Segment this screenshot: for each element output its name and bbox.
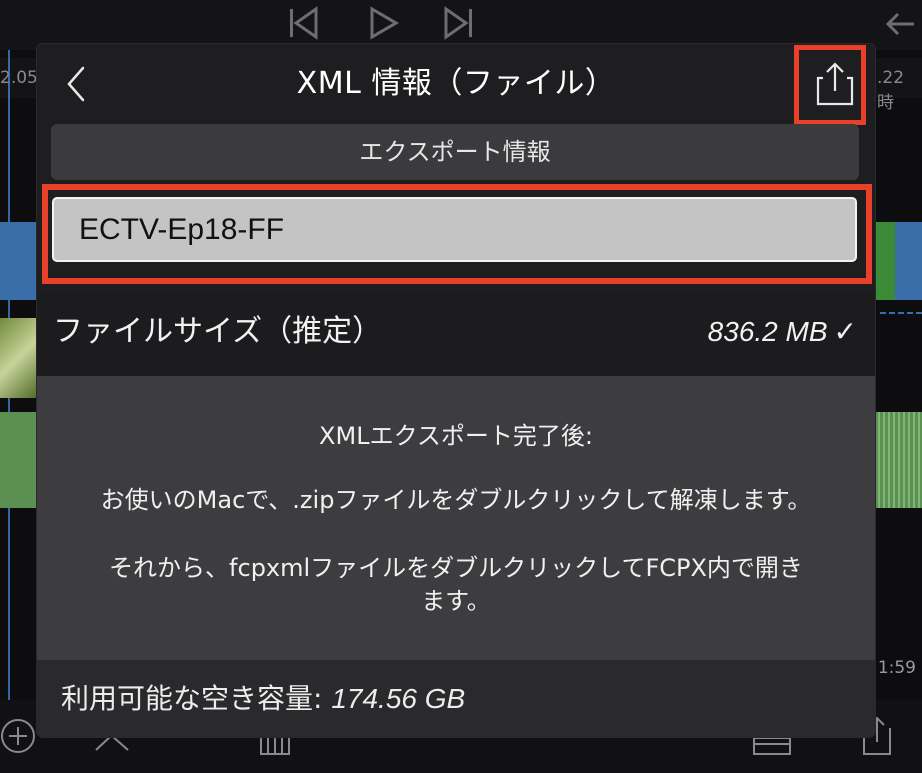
skip-back-icon[interactable] [286,6,320,40]
ruler-left: 2.05 [0,58,38,98]
file-name-input[interactable]: ECTV-Ep18-FF [52,197,857,262]
file-size-label: ファイルサイズ（推定） [53,314,383,349]
share-icon[interactable] [814,60,856,108]
free-space-value: 174.56 GB [331,683,466,714]
video-clip-left[interactable] [0,222,37,300]
instruction-step-2: それから、fcpxmlファイルをダブルクリックしてFCPX内で開き [109,554,803,582]
export-info-header: エクスポート情報 [51,124,859,180]
file-size-value: 836.2 MB ✓ [708,312,857,352]
photo-clip[interactable] [0,318,37,398]
ruler-time-right: .22 時 [877,68,905,113]
free-space-label: 利用可能な空き容量: [61,682,323,715]
audio-clip-right[interactable] [875,412,922,508]
file-size-row: ファイルサイズ（推定） 836.2 MB ✓ [37,292,875,376]
play-icon[interactable] [366,6,400,40]
instruction-heading: XMLエクスポート完了後: [319,422,593,450]
xml-info-dialog: XML 情報（ファイル） エクスポート情報 ECTV-Ep18-FF ファイルサ… [37,44,875,737]
audio-clip-left[interactable] [0,412,37,508]
dialog-title: XML 情報（ファイル） [296,66,616,101]
video-clip-right-blue[interactable] [895,222,922,300]
skip-forward-icon[interactable] [442,6,476,40]
undo-icon[interactable] [884,10,918,40]
checkmark-icon: ✓ [833,315,857,348]
instructions-panel: XMLエクスポート完了後: お使いのMacで、.zipファイルをダブルクリックし… [37,376,875,660]
add-icon[interactable] [0,716,40,756]
instruction-step-2-continued: ます。 [421,587,491,615]
free-space-footer: 利用可能な空き容量: 174.56 GB [37,660,875,737]
ruler-right: .22 時 [875,58,922,113]
dialog-header: XML 情報（ファイル） [37,44,875,125]
video-clip-right-green[interactable] [875,222,895,300]
free-space-text: 利用可能な空き容量: 174.56 GB [61,680,465,718]
ruler-time-left: 2.05 [0,68,38,88]
timeline-time: 1:59 [877,658,916,678]
track-divider [880,312,922,314]
instruction-step-1: お使いのMacで、.zipファイルをダブルクリックして解凍します。 [100,486,812,514]
file-size-number: 836.2 MB [707,316,828,347]
